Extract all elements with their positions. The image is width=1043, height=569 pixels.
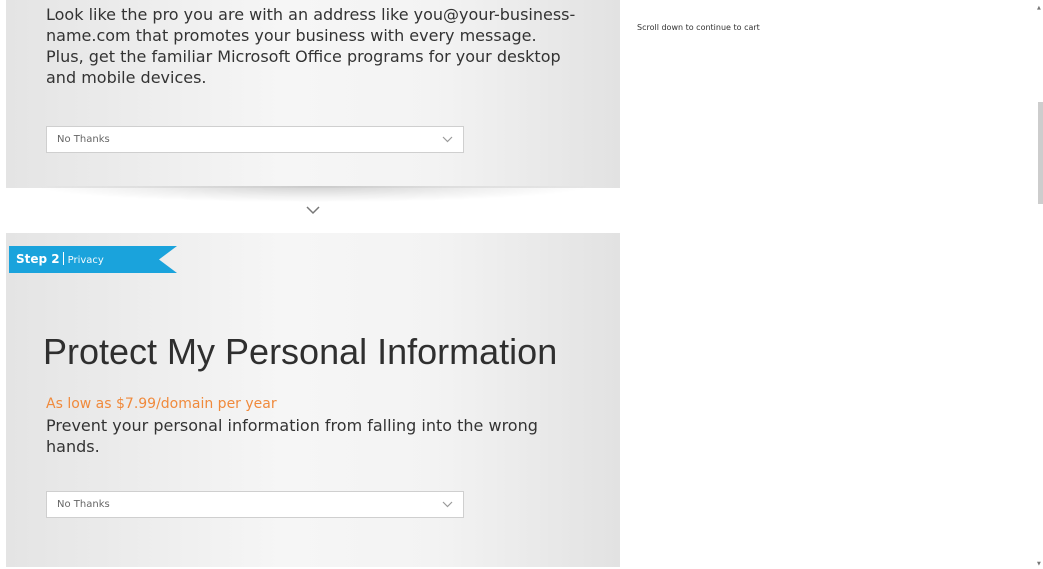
step-label: Privacy (67, 255, 104, 266)
scrollbar[interactable] (1035, 0, 1043, 569)
privacy-select[interactable]: No Thanks (46, 491, 464, 518)
expand-section-chevron-icon[interactable] (306, 206, 320, 215)
panel-shadow (40, 186, 586, 202)
email-offer-description: Look like the pro you are with an addres… (46, 5, 576, 87)
scroll-up-arrow-icon[interactable]: ▲ (1037, 6, 1041, 11)
privacy-description: Prevent your personal information from f… (46, 416, 538, 456)
step-indicator: Step 2 Privacy (16, 250, 104, 270)
step-number: Step 2 (16, 252, 60, 266)
chevron-down-icon (442, 136, 453, 143)
email-offer-select-value: No Thanks (57, 134, 110, 145)
scroll-hint: Scroll down to continue to cart (637, 23, 760, 32)
privacy-select-value: No Thanks (57, 499, 110, 510)
email-offer-select[interactable]: No Thanks (46, 126, 464, 153)
scroll-down-arrow-icon[interactable]: ▼ (1037, 562, 1041, 567)
privacy-price: As low as $7.99/domain per year (46, 396, 277, 412)
privacy-title: Protect My Personal Information (43, 331, 558, 372)
scrollbar-thumb[interactable] (1038, 102, 1043, 204)
chevron-down-icon (442, 501, 453, 508)
